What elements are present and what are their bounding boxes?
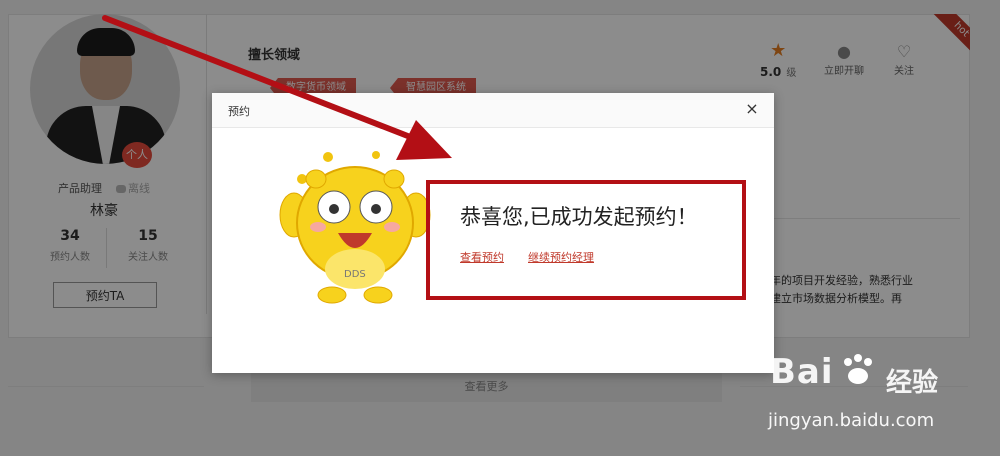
mascot-label: DDS	[344, 269, 366, 280]
modal-header: 预约 ×	[212, 93, 774, 128]
close-icon[interactable]: ×	[742, 99, 762, 119]
watermark-text: 经验	[886, 368, 939, 398]
paw-icon	[844, 354, 872, 384]
mascot-illustration: DDS	[279, 151, 431, 304]
watermark-url: jingyan.baidu.com	[768, 410, 935, 431]
modal-title: 预约	[228, 105, 250, 118]
watermark-logo: Bai	[770, 352, 834, 392]
annotation-highlight-box	[426, 180, 746, 300]
